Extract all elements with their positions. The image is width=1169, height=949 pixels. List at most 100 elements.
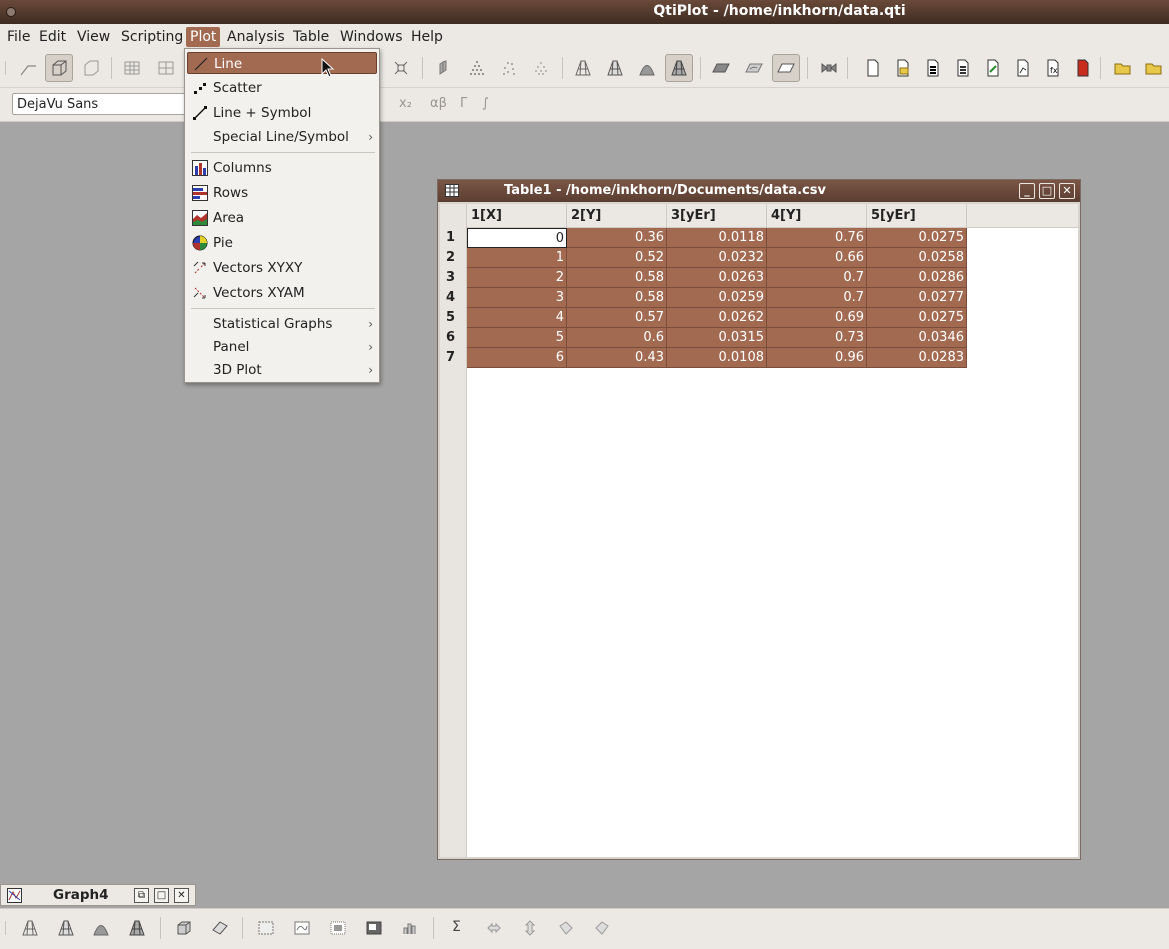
close-icon[interactable]: ✕ bbox=[174, 888, 189, 903]
column-header[interactable]: 5[yEr] bbox=[867, 204, 967, 227]
menu-view[interactable]: View bbox=[73, 27, 114, 47]
table-cell[interactable]: 0.36 bbox=[567, 228, 667, 248]
menu-item-vectors-xyam[interactable]: Vectors XYAM bbox=[187, 282, 377, 304]
polygon-style-icon[interactable] bbox=[633, 54, 661, 82]
new-surface-icon[interactable] bbox=[1069, 54, 1097, 82]
axes-icon[interactable] bbox=[14, 54, 42, 82]
table-cell[interactable]: 0.0315 bbox=[667, 328, 767, 348]
floor-isolines-icon[interactable] bbox=[740, 54, 768, 82]
hidden-line-icon[interactable] bbox=[601, 54, 629, 82]
table-cell[interactable]: 0.7 bbox=[767, 288, 867, 308]
table-cell[interactable]: 0.76 bbox=[767, 228, 867, 248]
move-row-icon[interactable] bbox=[516, 914, 544, 942]
new-folder-icon[interactable] bbox=[889, 54, 917, 82]
new-table-icon[interactable] bbox=[919, 54, 947, 82]
greek-upper-button[interactable]: Γ bbox=[460, 96, 467, 111]
menu-item-3d-plot[interactable]: 3D Plot › bbox=[187, 359, 377, 381]
table-cell[interactable]: 0.6 bbox=[567, 328, 667, 348]
plot-3d-hidden-line-icon[interactable] bbox=[52, 914, 80, 942]
table-cell[interactable]: 0.43 bbox=[567, 348, 667, 368]
table-cell[interactable]: 0 bbox=[467, 228, 567, 248]
font-family-combo[interactable]: DejaVu Sans bbox=[12, 93, 202, 115]
table-cell[interactable]: 0.58 bbox=[567, 288, 667, 308]
floor-data-icon[interactable] bbox=[707, 54, 735, 82]
table-cell[interactable]: 0.52 bbox=[567, 248, 667, 268]
table-cell[interactable]: 0.0108 bbox=[667, 348, 767, 368]
scatter-3d-icon[interactable] bbox=[463, 54, 491, 82]
row-header[interactable]: 2 bbox=[440, 248, 466, 268]
filled-mesh-icon[interactable] bbox=[665, 54, 693, 82]
fit-frame-icon[interactable] bbox=[387, 54, 415, 82]
graph4-minimized-window[interactable]: Graph4 ⧉ □ ✕ bbox=[0, 884, 196, 906]
table-window-titlebar[interactable]: Table1 - /home/inkhorn/Documents/data.cs… bbox=[438, 180, 1080, 202]
plot-3d-bars-icon[interactable] bbox=[170, 914, 198, 942]
table-cell[interactable]: 0.0286 bbox=[867, 268, 967, 288]
row-header[interactable]: 3 bbox=[440, 268, 466, 288]
row-header[interactable]: 7 bbox=[440, 348, 466, 368]
menu-help[interactable]: Help bbox=[407, 27, 447, 47]
table-cell[interactable]: 0.96 bbox=[767, 348, 867, 368]
new-matrix-icon[interactable] bbox=[949, 54, 977, 82]
move-right-icon[interactable] bbox=[588, 914, 616, 942]
plot-3d-polygon-icon[interactable] bbox=[87, 914, 115, 942]
table-cell[interactable]: 4 bbox=[467, 308, 567, 328]
table-cell[interactable]: 0.0263 bbox=[667, 268, 767, 288]
menu-item-vectors-xyxy[interactable]: Vectors XYXY bbox=[187, 257, 377, 279]
open-template-icon[interactable] bbox=[1140, 54, 1168, 82]
menu-analysis[interactable]: Analysis bbox=[223, 27, 289, 47]
table-cell[interactable]: 1 bbox=[467, 248, 567, 268]
menu-item-statistical-graphs[interactable]: Statistical Graphs › bbox=[187, 313, 377, 335]
column-header[interactable]: 4[Y] bbox=[767, 204, 867, 227]
table-cell[interactable]: 0.58 bbox=[567, 268, 667, 288]
table-cell[interactable]: 3 bbox=[467, 288, 567, 308]
new-project-icon[interactable] bbox=[859, 54, 887, 82]
gray-map-icon[interactable] bbox=[324, 914, 352, 942]
menu-item-columns[interactable]: Columns bbox=[187, 157, 377, 179]
new-note-icon[interactable] bbox=[979, 54, 1007, 82]
table-cell[interactable]: 0.0259 bbox=[667, 288, 767, 308]
table-cell[interactable]: 0.0262 bbox=[667, 308, 767, 328]
menu-windows[interactable]: Windows bbox=[336, 27, 407, 47]
table-cell[interactable]: 0.0232 bbox=[667, 248, 767, 268]
swap-columns-icon[interactable] bbox=[480, 914, 508, 942]
table-cell[interactable]: 0.69 bbox=[767, 308, 867, 328]
trajectory-3d-icon[interactable] bbox=[495, 54, 523, 82]
minimize-icon[interactable]: _ bbox=[1019, 183, 1035, 199]
wireframe-icon[interactable] bbox=[569, 54, 597, 82]
column-header[interactable]: 2[Y] bbox=[567, 204, 667, 227]
menu-edit[interactable]: Edit bbox=[35, 27, 70, 47]
table-cell[interactable]: 0.0275 bbox=[867, 308, 967, 328]
table-cell[interactable]: 0.0258 bbox=[867, 248, 967, 268]
histogram-3d-icon[interactable] bbox=[396, 914, 424, 942]
subscript-button[interactable]: x₂ bbox=[399, 96, 412, 111]
menu-item-pie[interactable]: Pie bbox=[187, 232, 377, 254]
contour-map-icon[interactable] bbox=[288, 914, 316, 942]
maximize-icon[interactable]: □ bbox=[1039, 183, 1055, 199]
math-symbols-button[interactable]: ∫ bbox=[482, 96, 489, 111]
new-function-icon[interactable]: fx bbox=[1039, 54, 1067, 82]
table-cell[interactable]: 5 bbox=[467, 328, 567, 348]
dots-3d-icon[interactable] bbox=[527, 54, 555, 82]
menu-item-area[interactable]: Area bbox=[187, 207, 377, 229]
row-header[interactable]: 6 bbox=[440, 328, 466, 348]
animation-icon[interactable] bbox=[815, 54, 843, 82]
restore-icon[interactable]: ⧉ bbox=[134, 888, 149, 903]
row-header[interactable]: 5 bbox=[440, 308, 466, 328]
plot-3d-filled-mesh-icon[interactable] bbox=[123, 914, 151, 942]
table-cell[interactable]: 0.0275 bbox=[867, 228, 967, 248]
bars-3d-icon[interactable] bbox=[429, 54, 457, 82]
move-left-icon[interactable] bbox=[552, 914, 580, 942]
menu-plot[interactable]: Plot bbox=[186, 27, 221, 47]
table-cell[interactable]: 0.0118 bbox=[667, 228, 767, 248]
menu-item-line[interactable]: Line bbox=[187, 52, 377, 74]
menu-file[interactable]: File bbox=[3, 27, 34, 47]
data-grid[interactable]: 1[X] 2[Y] 3[yEr] 4[Y] 5[yEr] 1234567 0 0.36 0.… bbox=[440, 204, 1078, 857]
sum-button[interactable]: Σ bbox=[452, 919, 461, 935]
image-plot-icon[interactable] bbox=[360, 914, 388, 942]
column-header[interactable]: 3[yEr] bbox=[667, 204, 767, 227]
close-icon[interactable]: ✕ bbox=[1059, 183, 1075, 199]
maximize-icon[interactable]: □ bbox=[154, 888, 169, 903]
plot-3d-ribbon-icon[interactable] bbox=[206, 914, 234, 942]
row-header[interactable]: 4 bbox=[440, 288, 466, 308]
menu-table[interactable]: Table bbox=[289, 27, 333, 47]
